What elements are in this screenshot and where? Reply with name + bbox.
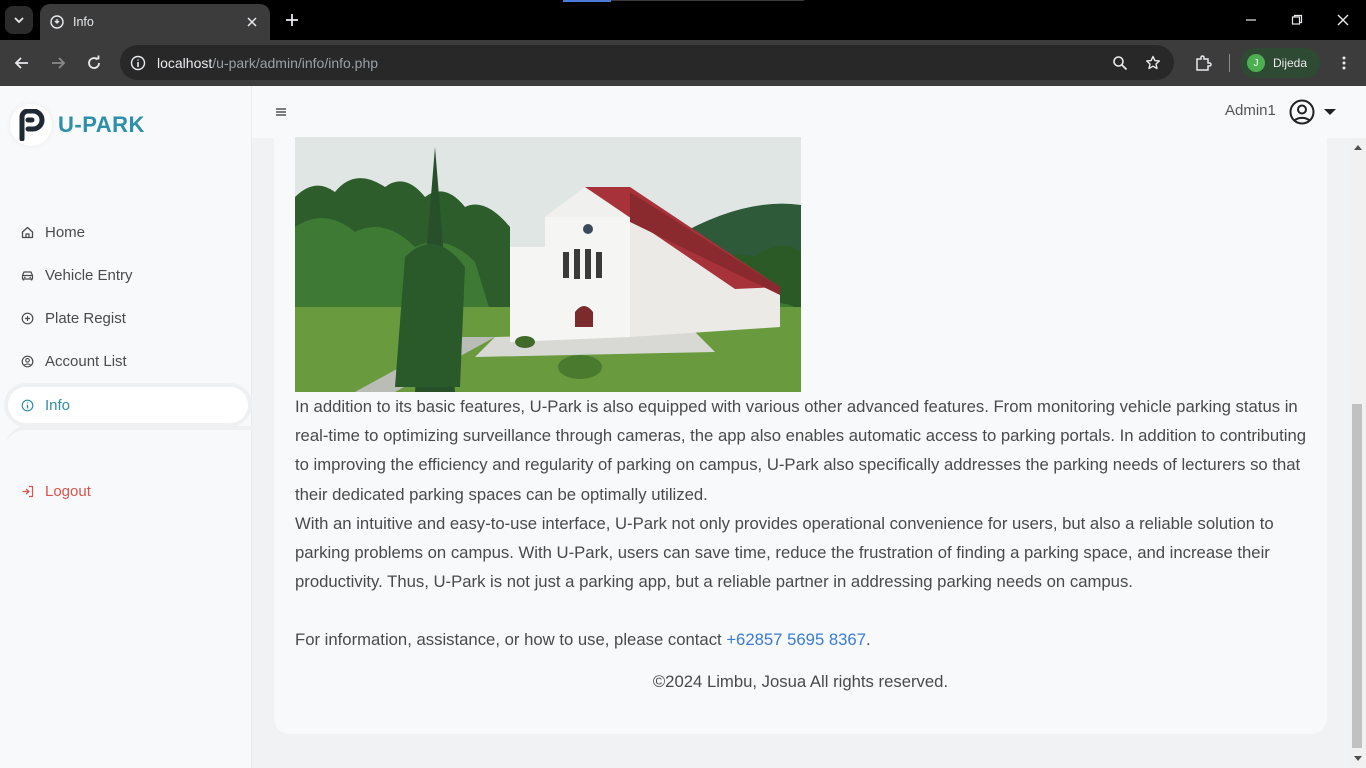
sidebar-item-home[interactable]: Home <box>8 214 248 250</box>
user-avatar-icon[interactable] <box>1289 99 1315 125</box>
profile-name: Dijeda <box>1273 56 1308 70</box>
contact-suffix: . <box>865 630 871 649</box>
hamburger-menu-icon[interactable] <box>275 106 287 118</box>
profile-button[interactable]: J Dijeda <box>1240 48 1320 78</box>
scroll-thumb[interactable] <box>1352 404 1362 748</box>
bookmark-star-icon[interactable] <box>1143 53 1163 73</box>
sidebar-item-label: Vehicle Entry <box>45 266 133 284</box>
close-icon <box>1337 14 1349 26</box>
zoom-icon[interactable] <box>1110 53 1130 73</box>
close-tab-icon[interactable] <box>244 14 260 30</box>
logout-icon <box>20 484 34 498</box>
sidebar-divider <box>6 426 252 454</box>
reload-button[interactable] <box>82 51 106 75</box>
browser-toolbar: localhost/u-park/admin/info/info.php J D… <box>0 40 1366 86</box>
new-tab-button[interactable] <box>282 10 302 30</box>
url-host: localhost <box>157 54 213 71</box>
copyright-text: ©2024 Limbu, Josua All rights reserved. <box>652 672 949 691</box>
contact-phone-link[interactable]: +62857 5695 8367 <box>726 630 866 649</box>
tab-title: Info <box>73 15 94 29</box>
kebab-menu-icon[interactable] <box>1334 53 1354 73</box>
url-text: localhost/u-park/admin/info/info.php <box>157 55 378 71</box>
close-window-button[interactable] <box>1333 10 1353 30</box>
profile-avatar: J <box>1247 54 1265 72</box>
logout-label: Logout <box>45 482 91 500</box>
campus-building-image <box>295 137 801 392</box>
tab-indicator <box>563 0 611 2</box>
chevron-down-icon <box>14 17 24 24</box>
u-park-logo-icon <box>10 104 52 146</box>
tab-indicator-track <box>611 0 804 1</box>
globe-icon <box>50 15 64 29</box>
sidebar-item-label: Account List <box>45 352 127 370</box>
info-circle-icon <box>20 398 34 412</box>
page: U-PARK Home Vehicle Entry Plate Regist A… <box>0 86 1366 768</box>
sidebar-item-label: Home <box>45 223 86 241</box>
sidebar-item-plate-regist[interactable]: Plate Regist <box>8 300 248 336</box>
scroll-up-icon[interactable] <box>1353 142 1363 152</box>
sidebar-item-logout[interactable]: Logout <box>8 473 248 509</box>
plus-circle-icon <box>20 311 34 325</box>
site-info-icon[interactable] <box>128 53 148 73</box>
info-paragraph-1: In addition to its basic features, U-Par… <box>295 397 1307 504</box>
caret-down-icon[interactable] <box>1324 107 1336 117</box>
restore-icon <box>1291 14 1303 25</box>
sidebar-item-account-list[interactable]: Account List <box>8 343 248 379</box>
sidebar-item-label: Plate Regist <box>45 309 126 327</box>
sidebar-item-info[interactable]: Info <box>8 387 248 423</box>
user-circle-icon <box>20 354 34 368</box>
browser-tab-info[interactable]: Info <box>40 4 270 40</box>
reload-icon <box>88 55 100 69</box>
address-bar[interactable]: localhost/u-park/admin/info/info.php <box>120 45 1174 80</box>
minimize-button[interactable] <box>1241 10 1261 30</box>
restore-button[interactable] <box>1287 10 1307 30</box>
scroll-down-icon[interactable] <box>1353 754 1363 764</box>
contact-prefix: For information, assistance, or how to u… <box>295 630 727 649</box>
sidebar-item-vehicle-entry[interactable]: Vehicle Entry <box>8 257 248 293</box>
info-paragraph-2: With an intuitive and easy-to-use interf… <box>295 514 1274 592</box>
car-icon <box>20 268 34 282</box>
brand[interactable]: U-PARK <box>10 104 145 146</box>
home-icon <box>20 225 34 239</box>
minimize-icon <box>1246 19 1256 21</box>
sidebar: U-PARK Home Vehicle Entry Plate Regist A… <box>0 86 252 768</box>
forward-button[interactable] <box>46 51 70 75</box>
url-path: /u-park/admin/info/info.php <box>212 54 379 71</box>
browser-tab-strip: Info <box>0 0 1366 40</box>
extensions-icon[interactable] <box>1193 53 1213 73</box>
sidebar-item-label: Info <box>45 396 71 414</box>
user-name[interactable]: Admin1 <box>1225 102 1276 119</box>
back-button[interactable] <box>10 51 34 75</box>
arrow-right-icon <box>52 57 66 69</box>
topbar: Admin1 <box>253 86 1366 138</box>
plus-icon <box>286 14 298 26</box>
tab-search-button[interactable] <box>5 6 33 34</box>
brand-name: U-PARK <box>58 112 145 137</box>
contact-paragraph: For information, assistance, or how to u… <box>295 625 1310 654</box>
arrow-left-icon <box>14 57 28 69</box>
page-scrollbar[interactable] <box>1350 138 1366 768</box>
toolbar-separator <box>1229 54 1230 72</box>
